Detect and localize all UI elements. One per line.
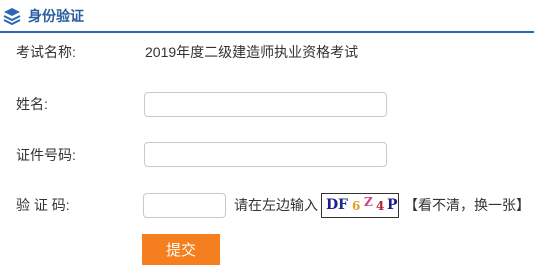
captcha-hint: 请在左边输入 [234, 197, 318, 213]
exam-name-label: 考试名称: [16, 44, 76, 60]
captcha-input[interactable] [143, 193, 226, 218]
submit-button[interactable]: 提交 [142, 234, 220, 265]
captcha-char: P [387, 197, 398, 213]
name-input[interactable] [144, 92, 387, 117]
id-number-label: 证件号码: [16, 147, 76, 163]
section-header: 身份验证 [0, 0, 534, 33]
captcha-char: 6 [352, 199, 361, 213]
name-label: 姓名: [16, 96, 48, 112]
id-number-input[interactable] [144, 142, 387, 167]
layers-icon [3, 7, 21, 26]
header-divider [0, 31, 534, 33]
captcha-char: D [326, 197, 339, 213]
exam-name-value: 2019年度二级建造师执业资格考试 [145, 44, 359, 60]
refresh-captcha-link[interactable]: 【看不清，换一张】 [404, 195, 530, 215]
section-title: 身份验证 [28, 8, 84, 24]
captcha-char: F [338, 197, 348, 213]
captcha-char: Z [364, 195, 373, 209]
captcha-image[interactable]: D F 6 Z 4 P [321, 193, 399, 218]
captcha-label: 验 证 码: [16, 197, 70, 213]
captcha-char: 4 [376, 199, 385, 213]
